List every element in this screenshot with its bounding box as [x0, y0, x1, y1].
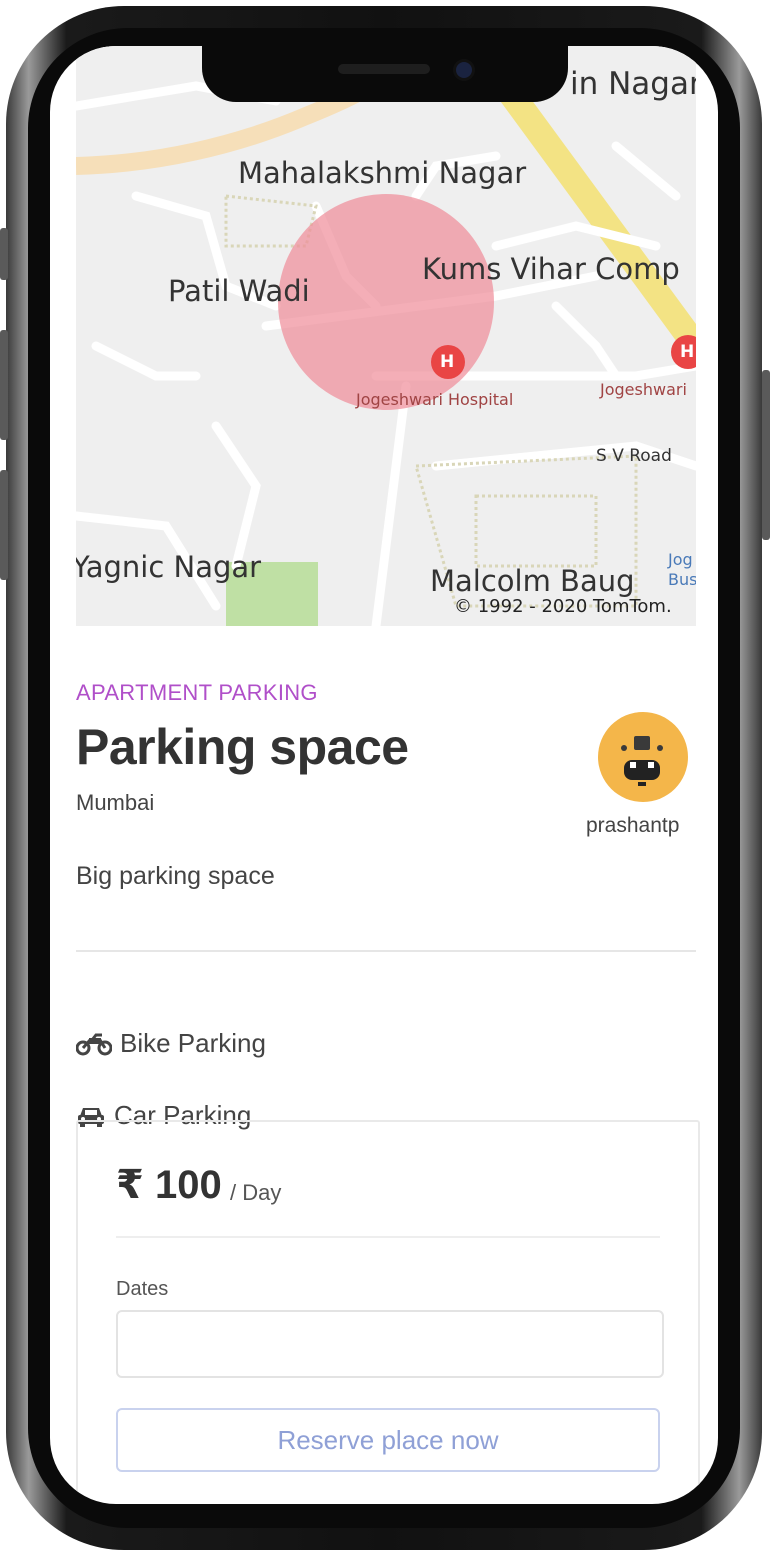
map-label-jog: Jog	[668, 550, 693, 569]
motorcycle-icon	[76, 1033, 112, 1055]
speaker-grille	[338, 64, 430, 74]
avatar-face-icon	[621, 736, 663, 786]
booking-divider	[116, 1236, 660, 1238]
map-label-bus: Bus	[668, 570, 696, 589]
listing-title: Parking space	[76, 719, 409, 775]
host-username[interactable]: prashantp	[586, 814, 679, 838]
phone-screen: H H in Nagar Mahalakshmi Nagar Patil Wad…	[50, 46, 718, 1504]
map-label-patil-wadi: Patil Wadi	[168, 274, 310, 308]
dates-input[interactable]	[116, 1310, 664, 1378]
map-label-yagnic-nagar: Yagnic Nagar	[76, 550, 262, 584]
map-label-malcolm-baug: Malcolm Baug	[430, 564, 635, 598]
map-label-mahalakshmi-nagar: Mahalakshmi Nagar	[238, 156, 527, 190]
listing-category: APARTMENT PARKING	[76, 680, 318, 705]
price-unit: / Day	[230, 1180, 282, 1205]
reserve-button[interactable]: Reserve place now	[116, 1408, 660, 1472]
section-divider	[76, 950, 696, 952]
map-label-sv-road: S V Road	[596, 446, 672, 466]
map-label-jogeshwari: Jogeshwari	[600, 380, 687, 399]
listing-city: Mumbai	[76, 790, 155, 815]
map-roads	[76, 46, 696, 626]
hospital-marker-letter: H	[440, 352, 455, 372]
mute-switch	[0, 228, 8, 280]
feature-label: Bike Parking	[120, 1028, 266, 1058]
booking-card: ₹ 100 / Day Dates Reserve place now	[76, 1120, 700, 1504]
dates-label: Dates	[116, 1278, 169, 1300]
price-amount: ₹ 100	[116, 1163, 222, 1207]
listing-description: Big parking space	[76, 862, 275, 890]
map-label-in-nagar: in Nagar	[570, 66, 696, 102]
volume-down-button	[0, 470, 8, 580]
parking-radius-circle	[278, 194, 494, 410]
map-label-kums-vihar: Kums Vihar Comp	[422, 252, 680, 286]
phone-notch	[202, 40, 568, 102]
host-avatar[interactable]	[598, 712, 688, 802]
map-label-jogeshwari-hospital: Jogeshwari Hospital	[356, 390, 514, 409]
feature-bike-parking: Bike Parking	[76, 1028, 266, 1059]
hospital-marker-letter-2: H	[680, 342, 695, 362]
front-camera	[456, 62, 472, 78]
map-attribution: © 1992 - 2020 TomTom.	[454, 596, 672, 617]
map-view[interactable]: H H in Nagar Mahalakshmi Nagar Patil Wad…	[76, 46, 696, 626]
volume-up-button	[0, 330, 8, 440]
power-button	[762, 370, 770, 540]
